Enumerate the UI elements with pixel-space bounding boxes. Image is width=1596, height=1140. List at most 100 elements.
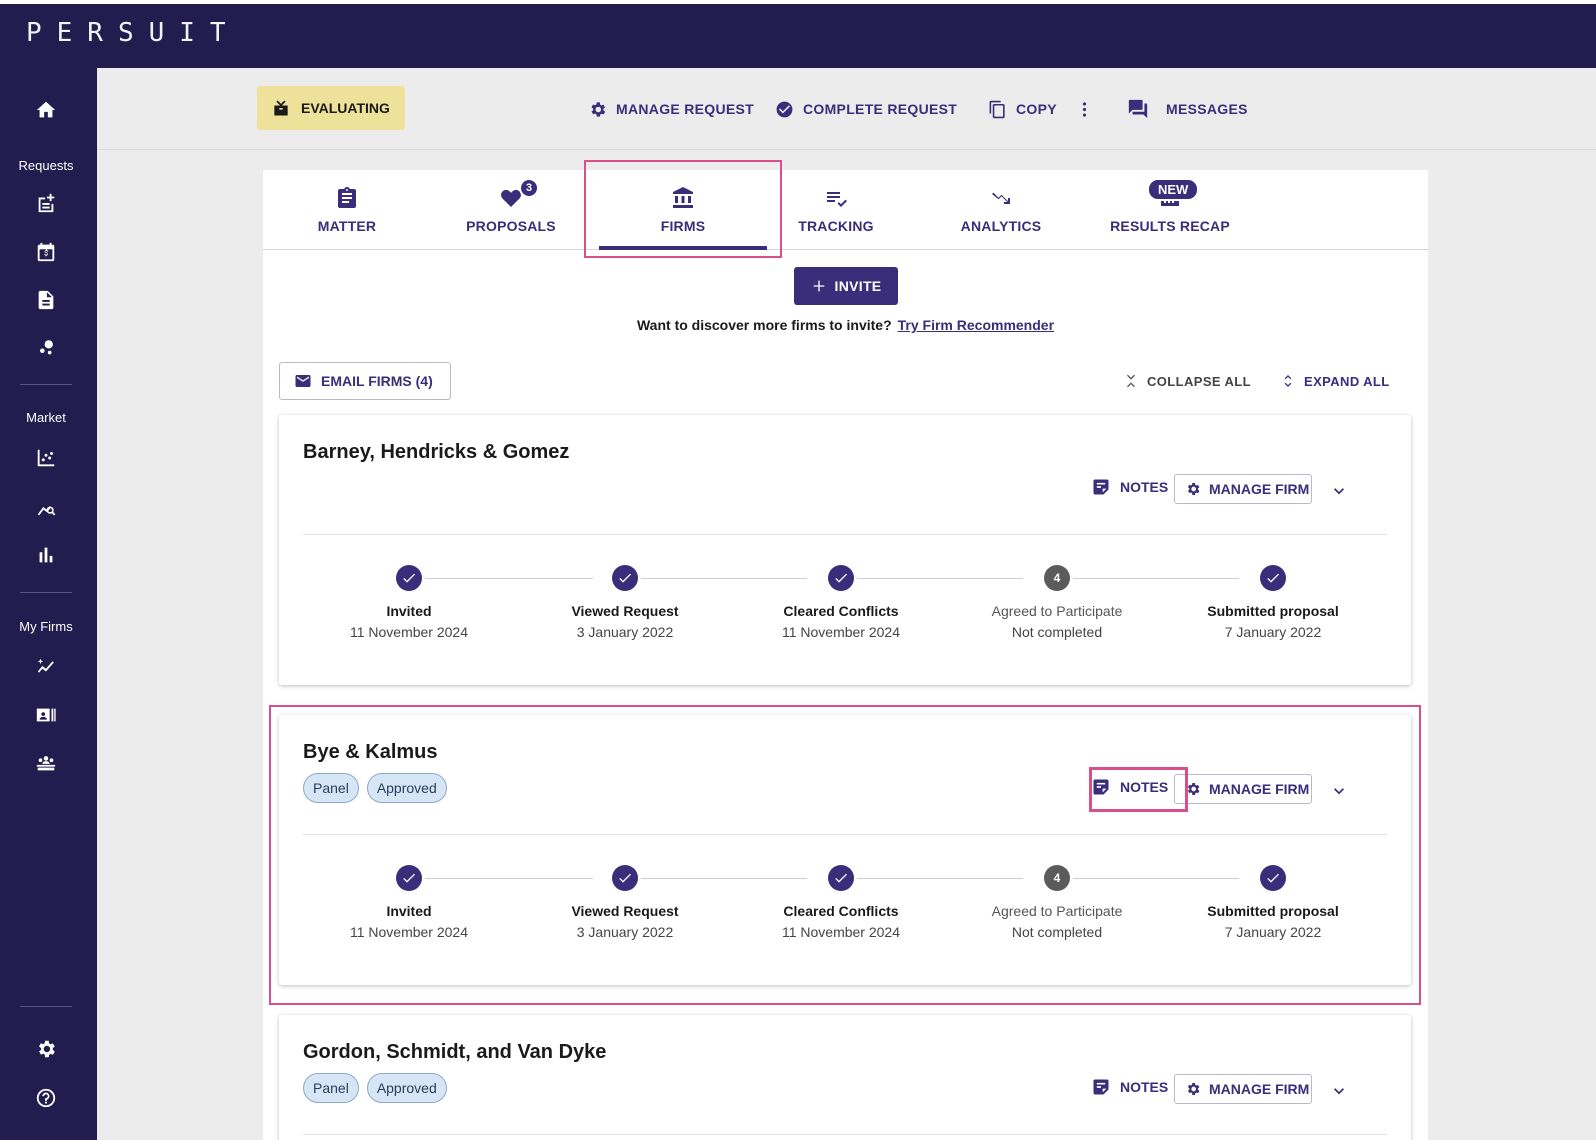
discover-firms-prompt: Want to discover more firms to invite? Tr… (263, 317, 1428, 333)
collapse-all-button[interactable]: COLLAPSE ALL (1123, 368, 1251, 394)
notes-button[interactable]: NOTES (1083, 1071, 1176, 1103)
expand-all-label: EXPAND ALL (1304, 373, 1390, 389)
manage-request-button[interactable]: MANAGE REQUEST (588, 94, 754, 124)
notes-label: NOTES (1120, 1079, 1169, 1095)
tag-chip: Approved (366, 773, 447, 803)
more-vert-icon (1082, 101, 1087, 117)
status-label: EVALUATING (301, 100, 390, 116)
step-date: 7 January 2022 (1224, 924, 1322, 940)
tab-tracking[interactable]: TRACKING (766, 170, 906, 250)
complete-request-button[interactable]: COMPLETE REQUEST (775, 94, 957, 124)
manage-firm-button[interactable]: MANAGE FIRM (1174, 774, 1312, 804)
tab-proposals[interactable]: 3 PROPOSALS (441, 170, 581, 250)
status-badge[interactable]: EVALUATING (257, 86, 405, 130)
messages-button[interactable]: MESSAGES (1127, 94, 1248, 124)
step-date: Not completed (1011, 924, 1103, 940)
step-date: 3 January 2022 (576, 924, 674, 940)
step-label: Agreed to Participate (991, 603, 1123, 619)
document-icon[interactable] (0, 282, 92, 318)
progress-step-cleared-conflicts: Cleared Conflicts 11 November 2024 (741, 865, 941, 940)
calendar-dollar-icon[interactable] (0, 234, 92, 270)
new-badge: NEW (1147, 178, 1200, 201)
tab-analytics[interactable]: ANALYTICS (931, 170, 1071, 250)
invite-button[interactable]: INVITE (794, 267, 898, 305)
progress-step-agreed-to-participate: 4 Agreed to Participate Not completed (957, 565, 1157, 640)
firm-card: Gordon, Schmidt, and Van Dyke Panel Appr… (279, 1015, 1411, 1140)
contact-card-icon[interactable] (0, 697, 92, 733)
chevron-down-icon[interactable] (1329, 1081, 1349, 1101)
invite-label: INVITE (834, 278, 882, 294)
mail-icon (295, 375, 311, 387)
tab-results-recap[interactable]: NEW RESULTS RECAP (1100, 170, 1240, 250)
chevron-down-icon[interactable] (1329, 481, 1349, 501)
chevron-down-icon[interactable] (1329, 781, 1349, 801)
firm-recommender-link[interactable]: Try Firm Recommender (898, 317, 1054, 333)
request-header: EVALUATING MANAGE REQUEST COMPLETE REQUE… (97, 68, 1596, 150)
notes-label: NOTES (1120, 779, 1169, 795)
home-icon[interactable] (0, 92, 92, 128)
notes-icon (1093, 479, 1109, 495)
copy-icon (989, 100, 1005, 118)
evaluating-icon (274, 100, 288, 116)
firm-name: Barney, Hendricks & Gomez (303, 441, 570, 463)
progress-step-viewed-request: Viewed Request 3 January 2022 (525, 865, 725, 940)
team-icon[interactable] (0, 745, 92, 781)
scatter-chart-icon[interactable] (0, 440, 92, 476)
copy-label: COPY (1016, 101, 1057, 117)
card-divider (303, 534, 1387, 535)
step-date: 11 November 2024 (349, 624, 469, 640)
expand-all-button[interactable]: EXPAND ALL (1280, 368, 1390, 394)
gear-icon (1187, 783, 1200, 795)
email-firms-button[interactable]: EMAIL FIRMS (4) (279, 362, 451, 400)
notes-label: NOTES (1120, 479, 1169, 495)
tag-chip: Panel (303, 1073, 359, 1103)
firm-tags: Panel Approved (303, 773, 447, 803)
notes-button[interactable]: NOTES (1083, 471, 1176, 503)
progress-step-invited: Invited 11 November 2024 (309, 565, 509, 640)
chat-icon (1128, 99, 1148, 119)
step-label: Cleared Conflicts (783, 903, 899, 919)
progress-step-agreed-to-participate: 4 Agreed to Participate Not completed (957, 865, 1157, 940)
gear-icon[interactable] (0, 1031, 92, 1067)
tab-firms-label: FIRMS (660, 218, 706, 234)
bank-icon (673, 187, 693, 208)
tab-matter[interactable]: MATTER (277, 170, 417, 250)
sparkle-trend-icon[interactable] (0, 648, 92, 684)
new-request-icon[interactable] (0, 185, 92, 221)
top-bar: PERSUIT (0, 0, 1596, 68)
tag-chip: Approved (366, 1073, 447, 1103)
manage-firm-button[interactable]: MANAGE FIRM (1174, 1074, 1312, 1104)
gear-icon (591, 101, 606, 117)
progress-step-submitted-proposal: Submitted proposal 7 January 2022 (1173, 865, 1373, 940)
copy-button[interactable]: COPY (988, 94, 1057, 124)
notes-button[interactable]: NOTES (1083, 771, 1176, 803)
checklist-icon (827, 192, 847, 207)
sidebar-section-my-firms: My Firms (19, 619, 73, 634)
step-date: 3 January 2022 (576, 624, 674, 640)
tab-tracking-label: TRACKING (798, 218, 874, 234)
step-date: 11 November 2024 (349, 924, 469, 940)
check-icon (396, 865, 422, 891)
step-date: 7 January 2022 (1224, 624, 1322, 640)
email-firms-label: EMAIL FIRMS (4) (321, 373, 433, 389)
tab-firms[interactable]: FIRMS (613, 170, 753, 250)
step-date: 11 November 2024 (781, 624, 901, 640)
sidebar-divider (20, 384, 72, 385)
more-options-button[interactable] (1075, 94, 1094, 124)
bar-chart-icon[interactable] (0, 537, 92, 573)
progress-step-viewed-request: Viewed Request 3 January 2022 (525, 565, 725, 640)
step-label: Cleared Conflicts (783, 603, 899, 619)
persuit-logo[interactable]: PERSUIT (26, 18, 241, 48)
step-number-badge: 4 (1044, 565, 1070, 591)
help-icon[interactable] (0, 1080, 92, 1116)
nodes-icon[interactable] (0, 330, 92, 366)
tag-chip: Panel (303, 773, 359, 803)
trend-down-icon (992, 192, 1010, 204)
progress-step-submitted-proposal: Submitted proposal 7 January 2022 (1173, 565, 1373, 640)
step-label: Submitted proposal (1207, 603, 1339, 619)
manage-firm-button[interactable]: MANAGE FIRM (1174, 474, 1312, 504)
check-icon (1260, 565, 1286, 591)
step-date: 11 November 2024 (781, 924, 901, 940)
market-search-icon[interactable] (0, 489, 92, 525)
manage-firm-label: MANAGE FIRM (1209, 1081, 1310, 1097)
